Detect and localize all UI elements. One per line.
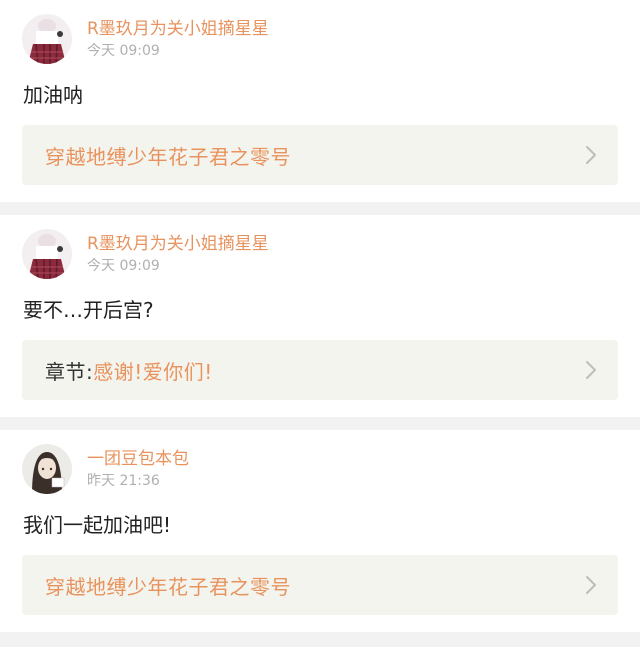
comment-card: 一团豆包本包 昨天 21:36 我们一起加油吧! 穿越地缚少年花子君之零号 xyxy=(0,430,640,632)
avatar[interactable] xyxy=(22,14,72,64)
comment-text: 要不…开后宫? xyxy=(23,298,154,322)
comment-header: R墨玖月为关小姐摘星星 今天 09:09 xyxy=(22,228,618,280)
comment-header: 一团豆包本包 昨天 21:36 xyxy=(22,443,618,495)
linked-chapter-title: 章节:感谢!爱你们! xyxy=(45,356,213,385)
avatar[interactable] xyxy=(22,229,72,279)
chevron-right-icon xyxy=(586,146,596,164)
linked-chapter-box[interactable]: 章节:感谢!爱你们! xyxy=(22,340,618,400)
link-title: 穿越地缚少年花子君之零号 xyxy=(45,574,291,599)
link-title: 穿越地缚少年花子君之零号 xyxy=(45,144,291,169)
comment-card: R墨玖月为关小姐摘星星 今天 09:09 加油呐 穿越地缚少年花子君之零号 xyxy=(0,0,640,202)
link-title: 感谢!爱你们! xyxy=(93,359,213,384)
username[interactable]: R墨玖月为关小姐摘星星 xyxy=(87,233,269,255)
linked-work-box[interactable]: 穿越地缚少年花子君之零号 xyxy=(22,555,618,615)
linked-work-title: 穿越地缚少年花子君之零号 xyxy=(45,141,291,170)
comment-feed: R墨玖月为关小姐摘星星 今天 09:09 加油呐 穿越地缚少年花子君之零号 R墨… xyxy=(0,0,640,632)
comment-text: 加油呐 xyxy=(23,83,83,107)
comment-meta: R墨玖月为关小姐摘星星 今天 09:09 xyxy=(87,18,269,61)
username[interactable]: 一团豆包本包 xyxy=(87,448,189,470)
timestamp: 今天 09:09 xyxy=(87,42,160,59)
linked-work-box[interactable]: 穿越地缚少年花子君之零号 xyxy=(22,125,618,185)
comment-card: R墨玖月为关小姐摘星星 今天 09:09 要不…开后宫? 章节:感谢!爱你们! xyxy=(0,215,640,417)
chevron-right-icon xyxy=(586,576,596,594)
comment-meta: 一团豆包本包 昨天 21:36 xyxy=(87,448,189,491)
comment-header: R墨玖月为关小姐摘星星 今天 09:09 xyxy=(22,13,618,65)
link-prefix: 章节: xyxy=(45,359,94,384)
comment-text: 我们一起加油吧! xyxy=(23,513,172,537)
chevron-right-icon xyxy=(586,361,596,379)
comment-meta: R墨玖月为关小姐摘星星 今天 09:09 xyxy=(87,233,269,276)
linked-work-title: 穿越地缚少年花子君之零号 xyxy=(45,571,291,600)
timestamp: 今天 09:09 xyxy=(87,257,160,274)
timestamp: 昨天 21:36 xyxy=(87,472,160,489)
username[interactable]: R墨玖月为关小姐摘星星 xyxy=(87,18,269,40)
avatar[interactable] xyxy=(22,444,72,494)
